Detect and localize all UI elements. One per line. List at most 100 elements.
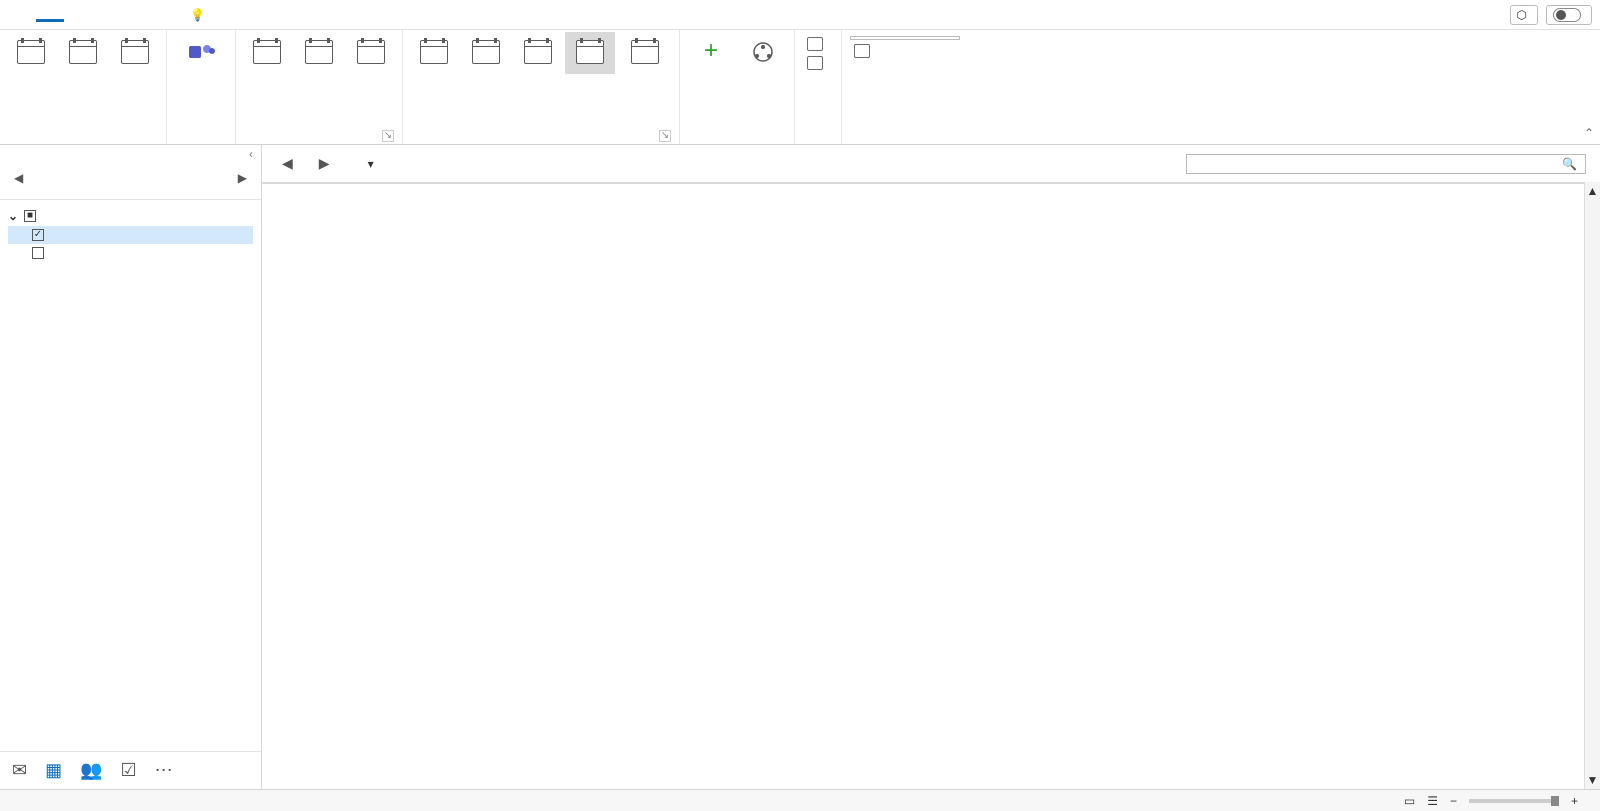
calendar-icon — [17, 40, 45, 64]
view-workweek-button[interactable] — [461, 32, 511, 74]
zoom-in-icon[interactable]: + — [1571, 794, 1578, 808]
more-icon[interactable]: ⋯ — [155, 760, 173, 781]
chevron-down-icon: ⌄ — [8, 209, 18, 223]
goto-today-button[interactable] — [242, 32, 292, 74]
group-label — [173, 138, 229, 144]
address-book-button[interactable] — [850, 43, 960, 59]
toggle-icon — [1553, 8, 1581, 22]
group-browse-icon — [807, 56, 823, 70]
group-new-icon — [807, 37, 823, 51]
toggle-button[interactable] — [1546, 5, 1592, 25]
view-day-button[interactable] — [409, 32, 459, 74]
ribbon-group-arrange: ↘ — [403, 30, 680, 144]
mail-icon[interactable]: ✉ — [12, 760, 27, 781]
plus-icon: + — [697, 40, 725, 64]
tab-file[interactable] — [8, 9, 36, 21]
new-teams-meeting-button[interactable] — [173, 32, 229, 74]
calendar-search-input[interactable]: 🔍 — [1186, 154, 1586, 174]
tab-sendrecv[interactable] — [64, 9, 92, 21]
group-label — [6, 138, 160, 144]
ribbon-group-new — [0, 30, 167, 144]
mini-cal-1-header: ◀ ▶ — [0, 163, 261, 175]
view-month-button[interactable] — [565, 32, 615, 74]
zoom-slider[interactable] — [1469, 799, 1559, 803]
week-icon — [524, 40, 552, 64]
ribbon-group-goto: ↘ — [236, 30, 403, 144]
calendar-item-holidays[interactable] — [8, 244, 253, 262]
group-label — [801, 138, 835, 144]
sidebar: ‹ ◀ ▶ ⌄■ ✓ ✉ ▦ 👥 ☑ ⋯ — [0, 145, 262, 789]
new-meeting-button[interactable] — [58, 32, 108, 74]
ribbon-group-groups — [795, 30, 842, 144]
teams-icon — [187, 40, 215, 64]
checkbox-icon[interactable] — [32, 247, 44, 259]
scroll-up-icon[interactable]: ▲ — [1587, 184, 1599, 198]
zoom-out-icon[interactable]: − — [1450, 794, 1457, 808]
ribbon: ↘ ↘ + ⌃ — [0, 30, 1600, 145]
group-label: ↘ — [409, 138, 673, 144]
calendar-icon[interactable]: ▦ — [45, 760, 62, 781]
tab-help[interactable] — [148, 9, 176, 21]
collapse-ribbon-icon[interactable]: ⌃ — [1584, 126, 1594, 140]
tab-home[interactable] — [36, 7, 64, 22]
lightbulb-icon: 💡 — [190, 8, 205, 22]
checkbox-icon[interactable]: ■ — [24, 210, 36, 222]
schedule-icon — [631, 40, 659, 64]
dialog-launcher-icon[interactable]: ↘ — [659, 130, 671, 142]
tell-me[interactable]: 💡 — [190, 8, 211, 22]
group-label — [686, 138, 788, 144]
ribbon-group-teams — [167, 30, 236, 144]
add-calendar-button[interactable]: + — [686, 32, 736, 74]
dialog-launcher-icon[interactable]: ↘ — [382, 130, 394, 142]
new-items-button[interactable] — [110, 32, 160, 74]
ribbon-group-search — [842, 30, 968, 144]
ribbon-group-manage: + — [680, 30, 795, 144]
addressbook-icon — [854, 44, 870, 58]
view-week-button[interactable] — [513, 32, 563, 74]
calendar-search-icon — [69, 40, 97, 64]
calendar-person-icon — [357, 40, 385, 64]
people-icon[interactable]: 👥 — [80, 760, 102, 781]
share-calendar-button[interactable] — [738, 32, 788, 74]
box-icon: ⬡ — [1517, 8, 1527, 22]
calendar-list: ⌄■ ✓ — [0, 199, 261, 268]
search-icon: 🔍 — [1562, 157, 1577, 171]
view-reading-icon[interactable]: ☰ — [1427, 794, 1438, 808]
new-appointment-button[interactable] — [6, 32, 56, 74]
calendar-arrow-icon — [253, 40, 281, 64]
browse-groups-button[interactable] — [803, 55, 833, 71]
view-normal-icon[interactable]: ▭ — [1404, 794, 1415, 808]
month-icon — [576, 40, 604, 64]
tab-view[interactable] — [120, 9, 148, 21]
calendar-mail-icon — [121, 40, 149, 64]
tasks-icon[interactable]: ☑ — [121, 760, 137, 781]
next-7-days-button[interactable] — [294, 32, 344, 74]
scroll-down-icon[interactable]: ▼ — [1587, 773, 1599, 787]
calendar-group[interactable]: ⌄■ — [8, 206, 253, 226]
month-grid[interactable] — [262, 184, 1584, 789]
checkbox-icon[interactable]: ✓ — [32, 229, 44, 241]
group-label — [848, 138, 962, 144]
calendar-item-main[interactable]: ✓ — [8, 226, 253, 244]
weather-location[interactable]: ▾ — [364, 157, 374, 171]
prev-period-icon[interactable]: ◀ — [276, 153, 299, 174]
collapse-nav-icon[interactable]: ‹ — [0, 145, 261, 163]
calendar-pane: ◀ ▶ ▾ 🔍 ▲▼ — [262, 145, 1600, 789]
user-search-input[interactable] — [850, 36, 960, 40]
nav-bar: ✉ ▦ 👥 ☑ ⋯ — [0, 751, 261, 789]
calendar-dots-icon — [305, 40, 333, 64]
share-icon — [749, 40, 777, 64]
new-group-button[interactable] — [803, 36, 833, 52]
chevron-down-icon: ▾ — [368, 157, 374, 171]
next-period-icon[interactable]: ▶ — [313, 153, 336, 174]
workweek-icon — [472, 40, 500, 64]
coming-soon-button[interactable]: ⬡ — [1510, 5, 1538, 25]
group-label: ↘ — [242, 138, 396, 144]
tab-folder[interactable] — [92, 9, 120, 21]
vertical-scrollbar[interactable]: ▲▼ — [1584, 182, 1600, 789]
mini-cal-2-header — [0, 181, 261, 193]
status-bar: ▭ ☰ − + — [0, 789, 1600, 811]
calendar-header: ◀ ▶ ▾ 🔍 — [262, 145, 1600, 182]
view-schedule-button[interactable] — [617, 32, 673, 74]
personal-calendar-button[interactable] — [346, 32, 396, 74]
